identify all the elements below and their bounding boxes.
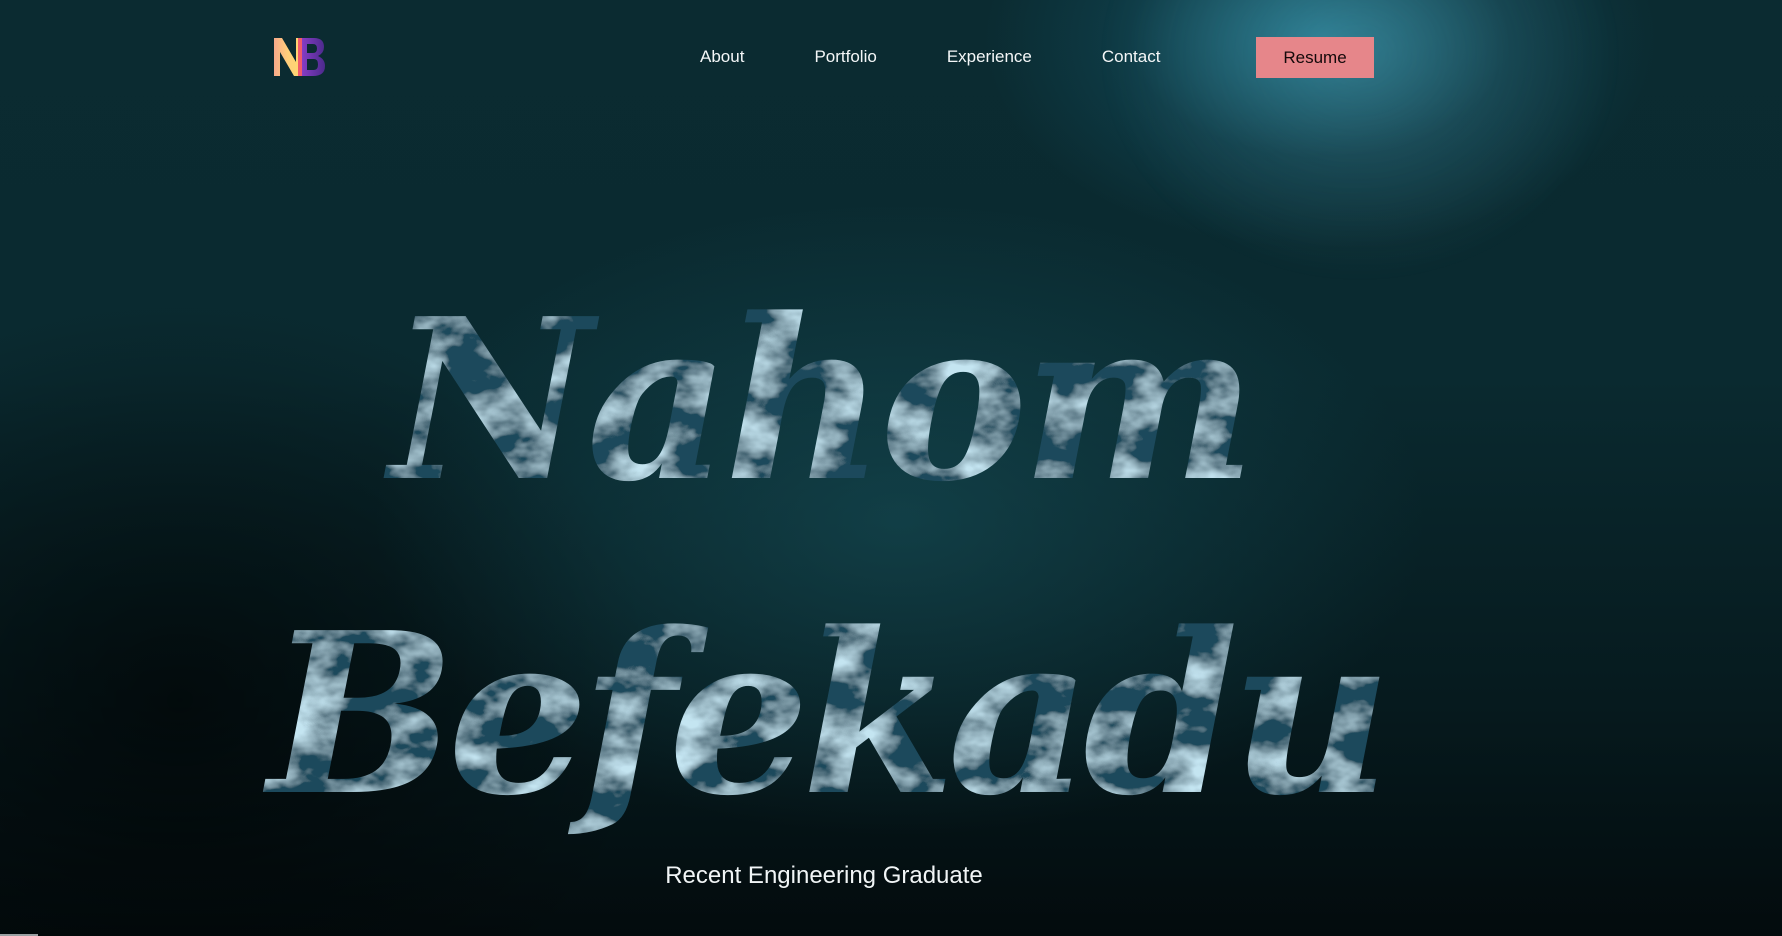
hero-tagline: Recent Engineering Graduate (665, 862, 983, 889)
hero-first-name: Nahom (383, 271, 1250, 531)
hero-name-block: Nahom Befekadu (0, 0, 1782, 936)
hero-last-name: Befekadu (262, 585, 1384, 845)
